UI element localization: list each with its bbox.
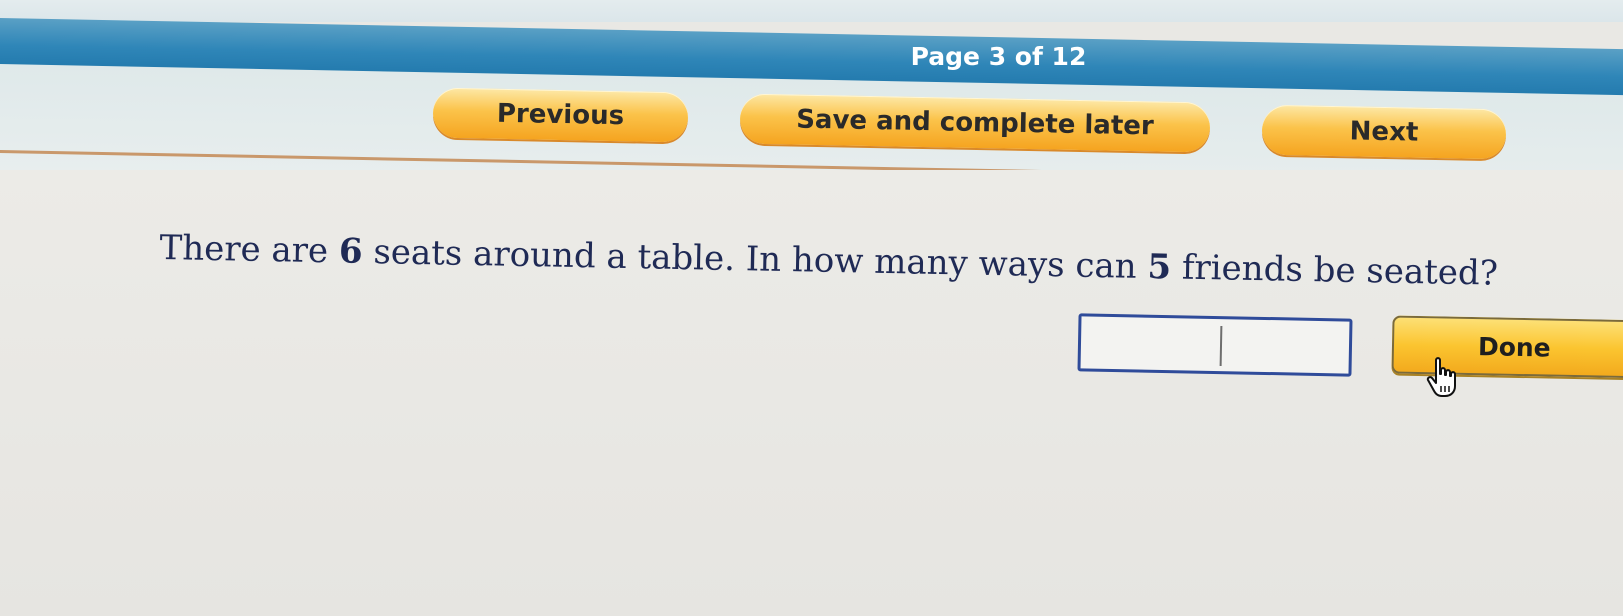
page-indicator: Page 3 of 12 (0, 42, 1623, 71)
next-button[interactable]: Next (1261, 104, 1507, 160)
save-and-complete-later-button[interactable]: Save and complete later (739, 93, 1211, 153)
friend-count: 5 (1147, 246, 1172, 288)
top-strip (0, 0, 1623, 22)
question-text-part: friends be seated? (1170, 247, 1499, 294)
seat-count: 6 (338, 231, 363, 272)
previous-button[interactable]: Previous (432, 87, 689, 143)
hand-pointer-icon (1426, 357, 1456, 397)
page-indicator-text: Page 3 of 12 (910, 42, 1087, 71)
question-text-part: There are (159, 228, 340, 272)
answer-input[interactable] (1077, 313, 1353, 377)
